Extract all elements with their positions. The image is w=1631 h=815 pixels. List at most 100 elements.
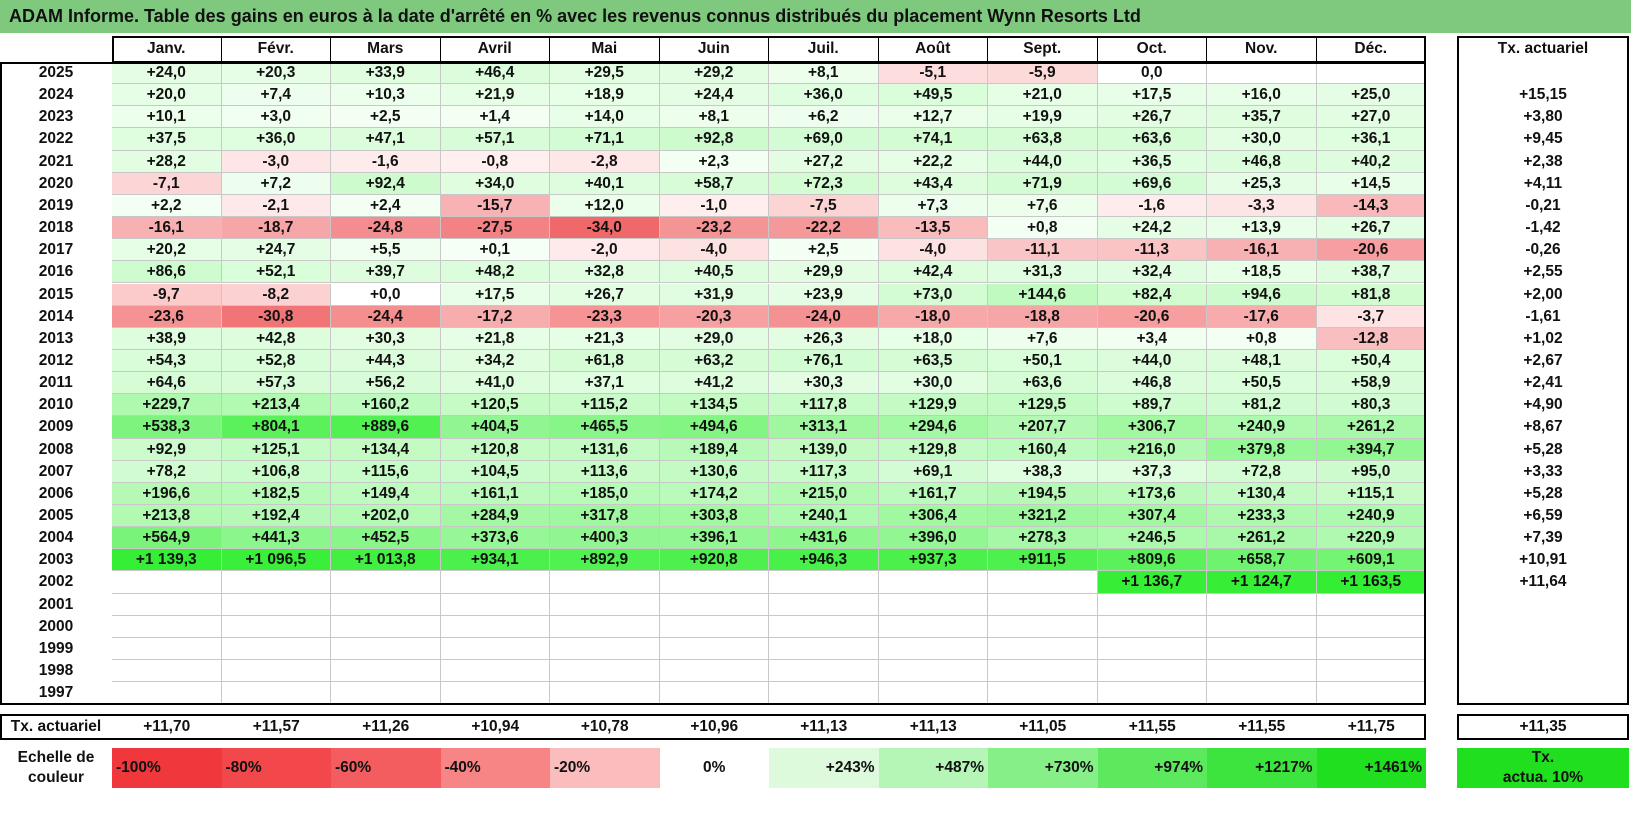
table-cell[interactable]: +307,4 xyxy=(1097,505,1207,528)
table-cell[interactable]: +7,4 xyxy=(221,84,331,107)
table-cell[interactable]: +465,5 xyxy=(550,416,660,439)
table-cell[interactable]: +321,2 xyxy=(988,505,1098,528)
table-cell[interactable]: -17,2 xyxy=(440,305,550,328)
table-cell[interactable]: +10,3 xyxy=(331,84,441,107)
table-cell[interactable]: +379,8 xyxy=(1207,438,1317,461)
table-cell[interactable]: +63,8 xyxy=(988,128,1098,151)
table-cell[interactable]: -7,1 xyxy=(112,172,222,195)
table-cell[interactable]: +306,4 xyxy=(878,505,988,528)
table-cell[interactable] xyxy=(1097,615,1207,638)
table-cell[interactable]: +31,9 xyxy=(659,283,769,306)
table-cell[interactable] xyxy=(659,593,769,616)
table-cell[interactable]: +20,3 xyxy=(221,62,331,85)
table-cell[interactable]: +24,0 xyxy=(112,62,222,85)
table-cell[interactable]: +16,0 xyxy=(1207,84,1317,107)
table-cell[interactable] xyxy=(550,682,660,705)
table-cell[interactable]: +1,4 xyxy=(440,106,550,129)
table-cell[interactable] xyxy=(550,660,660,683)
table-cell[interactable] xyxy=(1207,637,1317,661)
table-cell[interactable] xyxy=(988,571,1098,594)
table-cell[interactable]: +54,3 xyxy=(112,349,222,373)
table-cell[interactable] xyxy=(988,637,1098,661)
table-cell[interactable]: +43,4 xyxy=(878,172,988,195)
table-cell[interactable] xyxy=(550,571,660,594)
table-cell[interactable] xyxy=(1207,660,1317,683)
table-cell[interactable]: -5,9 xyxy=(988,62,1098,85)
table-cell[interactable]: +57,1 xyxy=(440,128,550,151)
table-cell[interactable]: +538,3 xyxy=(112,416,222,439)
table-cell[interactable]: -7,5 xyxy=(769,194,879,218)
table-cell[interactable]: +56,2 xyxy=(331,372,441,395)
table-cell[interactable]: +14,0 xyxy=(550,106,660,129)
table-cell[interactable]: -34,0 xyxy=(550,217,660,240)
table-cell[interactable]: +38,3 xyxy=(988,460,1098,483)
table-cell[interactable]: +72,3 xyxy=(769,172,879,195)
table-cell[interactable]: +261,2 xyxy=(1207,527,1317,550)
table-cell[interactable]: +27,2 xyxy=(769,150,879,173)
table-cell[interactable]: +48,1 xyxy=(1207,349,1317,373)
table-cell[interactable]: +72,8 xyxy=(1207,460,1317,483)
table-cell[interactable]: +25,3 xyxy=(1207,172,1317,195)
table-cell[interactable] xyxy=(440,637,550,661)
table-cell[interactable] xyxy=(769,682,879,705)
table-cell[interactable]: +92,9 xyxy=(112,438,222,461)
table-cell[interactable]: -23,3 xyxy=(550,305,660,328)
table-cell[interactable] xyxy=(659,660,769,683)
table-cell[interactable]: +2,3 xyxy=(659,150,769,173)
table-cell[interactable]: +937,3 xyxy=(878,549,988,572)
table-cell[interactable]: +41,2 xyxy=(659,372,769,395)
table-cell[interactable]: +17,5 xyxy=(1097,84,1207,107)
table-cell[interactable]: +17,5 xyxy=(440,283,550,306)
table-cell[interactable]: -18,7 xyxy=(221,217,331,240)
table-cell[interactable]: +69,0 xyxy=(769,128,879,151)
table-cell[interactable]: +134,4 xyxy=(331,438,441,461)
table-cell[interactable]: -4,0 xyxy=(878,239,988,262)
table-cell[interactable]: +71,1 xyxy=(550,128,660,151)
table-cell[interactable]: +24,7 xyxy=(221,239,331,262)
table-cell[interactable]: +0,0 xyxy=(331,283,441,306)
table-cell[interactable]: -30,8 xyxy=(221,305,331,328)
table-cell[interactable]: +394,7 xyxy=(1316,438,1426,461)
table-cell[interactable]: +892,9 xyxy=(550,549,660,572)
table-cell[interactable]: -24,8 xyxy=(331,217,441,240)
table-cell[interactable]: +400,3 xyxy=(550,527,660,550)
table-cell[interactable] xyxy=(878,637,988,661)
table-cell[interactable]: +35,7 xyxy=(1207,106,1317,129)
table-cell[interactable]: -11,1 xyxy=(988,239,1098,262)
table-cell[interactable] xyxy=(1097,637,1207,661)
table-cell[interactable]: +36,5 xyxy=(1097,150,1207,173)
table-cell[interactable]: +20,0 xyxy=(112,84,222,107)
table-cell[interactable]: +216,0 xyxy=(1097,438,1207,461)
table-cell[interactable]: -1,6 xyxy=(331,150,441,173)
table-cell[interactable]: +160,2 xyxy=(331,394,441,417)
table-cell[interactable]: +18,9 xyxy=(550,84,660,107)
table-cell[interactable]: +207,7 xyxy=(988,416,1098,439)
table-cell[interactable]: +12,7 xyxy=(878,106,988,129)
table-cell[interactable]: -15,7 xyxy=(440,194,550,218)
table-cell[interactable]: +115,6 xyxy=(331,460,441,483)
table-cell[interactable]: +804,1 xyxy=(221,416,331,439)
table-cell[interactable]: +61,8 xyxy=(550,349,660,373)
table-cell[interactable] xyxy=(1207,615,1317,638)
table-cell[interactable] xyxy=(1316,615,1426,638)
table-cell[interactable] xyxy=(112,637,222,661)
table-cell[interactable]: -2,8 xyxy=(550,150,660,173)
table-cell[interactable] xyxy=(440,660,550,683)
table-cell[interactable]: +37,5 xyxy=(112,128,222,151)
table-cell[interactable] xyxy=(1207,62,1317,85)
table-cell[interactable]: -17,6 xyxy=(1207,305,1317,328)
table-cell[interactable]: +50,1 xyxy=(988,349,1098,373)
table-cell[interactable]: +40,5 xyxy=(659,261,769,284)
table-cell[interactable]: +149,4 xyxy=(331,482,441,505)
table-cell[interactable]: +117,3 xyxy=(769,460,879,483)
table-cell[interactable]: +78,2 xyxy=(112,460,222,483)
table-cell[interactable]: +0,8 xyxy=(988,217,1098,240)
table-cell[interactable]: +32,8 xyxy=(550,261,660,284)
table-cell[interactable]: +0,1 xyxy=(440,239,550,262)
table-cell[interactable]: +139,0 xyxy=(769,438,879,461)
table-cell[interactable]: +303,8 xyxy=(659,505,769,528)
table-cell[interactable]: +125,1 xyxy=(221,438,331,461)
table-cell[interactable]: +30,3 xyxy=(331,327,441,350)
table-cell[interactable]: +284,9 xyxy=(440,505,550,528)
table-cell[interactable]: +49,5 xyxy=(878,84,988,107)
